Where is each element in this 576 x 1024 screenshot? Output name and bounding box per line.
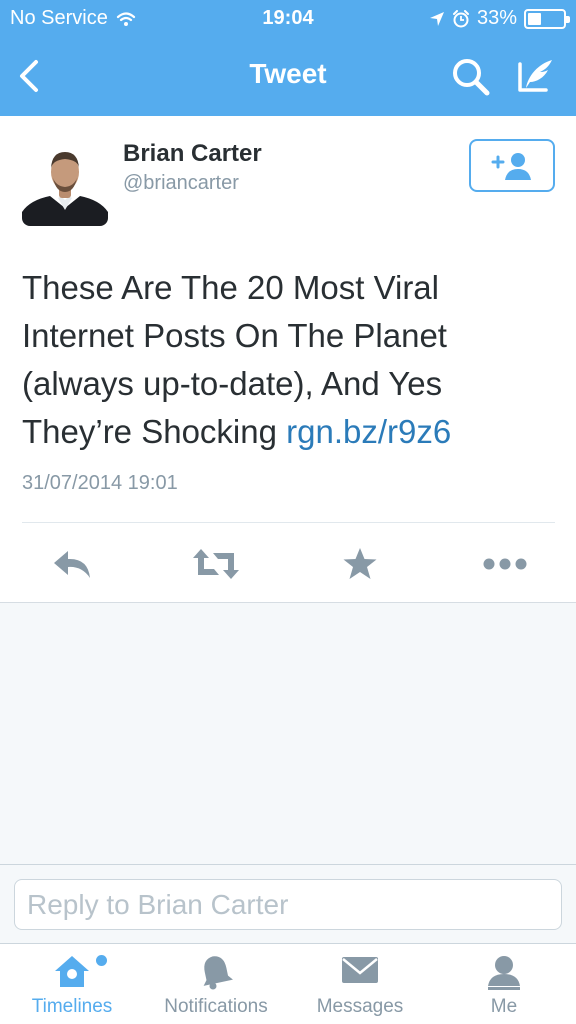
search-icon — [453, 59, 490, 96]
search-button[interactable] — [450, 56, 492, 98]
more-button[interactable] — [480, 542, 530, 586]
more-icon — [483, 558, 527, 570]
reply-input[interactable] — [14, 879, 562, 930]
home-icon — [55, 956, 89, 987]
battery-icon — [524, 8, 570, 29]
tab-label: Timelines — [31, 996, 113, 1017]
reply-button[interactable] — [47, 542, 97, 586]
tweet-timestamp: 31/07/2014 19:01 — [22, 472, 178, 494]
add-user-icon — [491, 153, 531, 180]
alarm-icon — [452, 9, 469, 27]
battery-fill — [528, 12, 541, 25]
status-bar: No Service 19:04 33% — [0, 0, 576, 38]
tab-me[interactable]: Me — [432, 944, 576, 1024]
battery-percent: 33% — [476, 7, 517, 29]
compose-button[interactable] — [514, 54, 558, 98]
tab-timelines[interactable]: Timelines — [0, 944, 144, 1024]
tab-notifications[interactable]: Notifications — [144, 944, 288, 1024]
author-name[interactable]: Brian Carter — [123, 140, 262, 168]
tab-messages[interactable]: Messages — [288, 944, 432, 1024]
bell-icon — [203, 956, 233, 990]
unread-dot — [96, 955, 107, 966]
divider — [22, 522, 555, 523]
tab-label: Messages — [316, 996, 404, 1017]
nav-bar: Tweet — [0, 40, 576, 112]
follow-button[interactable] — [469, 139, 555, 192]
favorite-button[interactable] — [335, 542, 385, 586]
avatar[interactable] — [22, 140, 108, 226]
compose-icon — [518, 60, 552, 92]
person-icon — [488, 956, 520, 990]
header: No Service 19:04 33% Tweet — [0, 0, 576, 116]
tweet-text: These Are The 20 Most Viral Internet Pos… — [22, 264, 552, 456]
tab-label: Me — [490, 996, 518, 1017]
favorite-icon — [343, 548, 377, 579]
retweet-button[interactable] — [191, 542, 241, 586]
status-right: 33% — [429, 7, 570, 30]
location-arrow-icon — [429, 11, 444, 26]
envelope-icon — [342, 957, 378, 983]
reply-bar — [0, 864, 576, 944]
author-handle[interactable]: @briancarter — [123, 172, 239, 195]
retweet-icon — [193, 549, 239, 579]
tab-label: Notifications — [164, 996, 268, 1017]
tweet-card: Brian Carter @briancarter These Are The … — [0, 116, 576, 603]
tweet-link[interactable]: rgn.bz/r9z6 — [286, 413, 451, 450]
reply-icon — [54, 551, 90, 578]
tab-bar: Timelines Notifications Messages Me — [0, 944, 576, 1024]
